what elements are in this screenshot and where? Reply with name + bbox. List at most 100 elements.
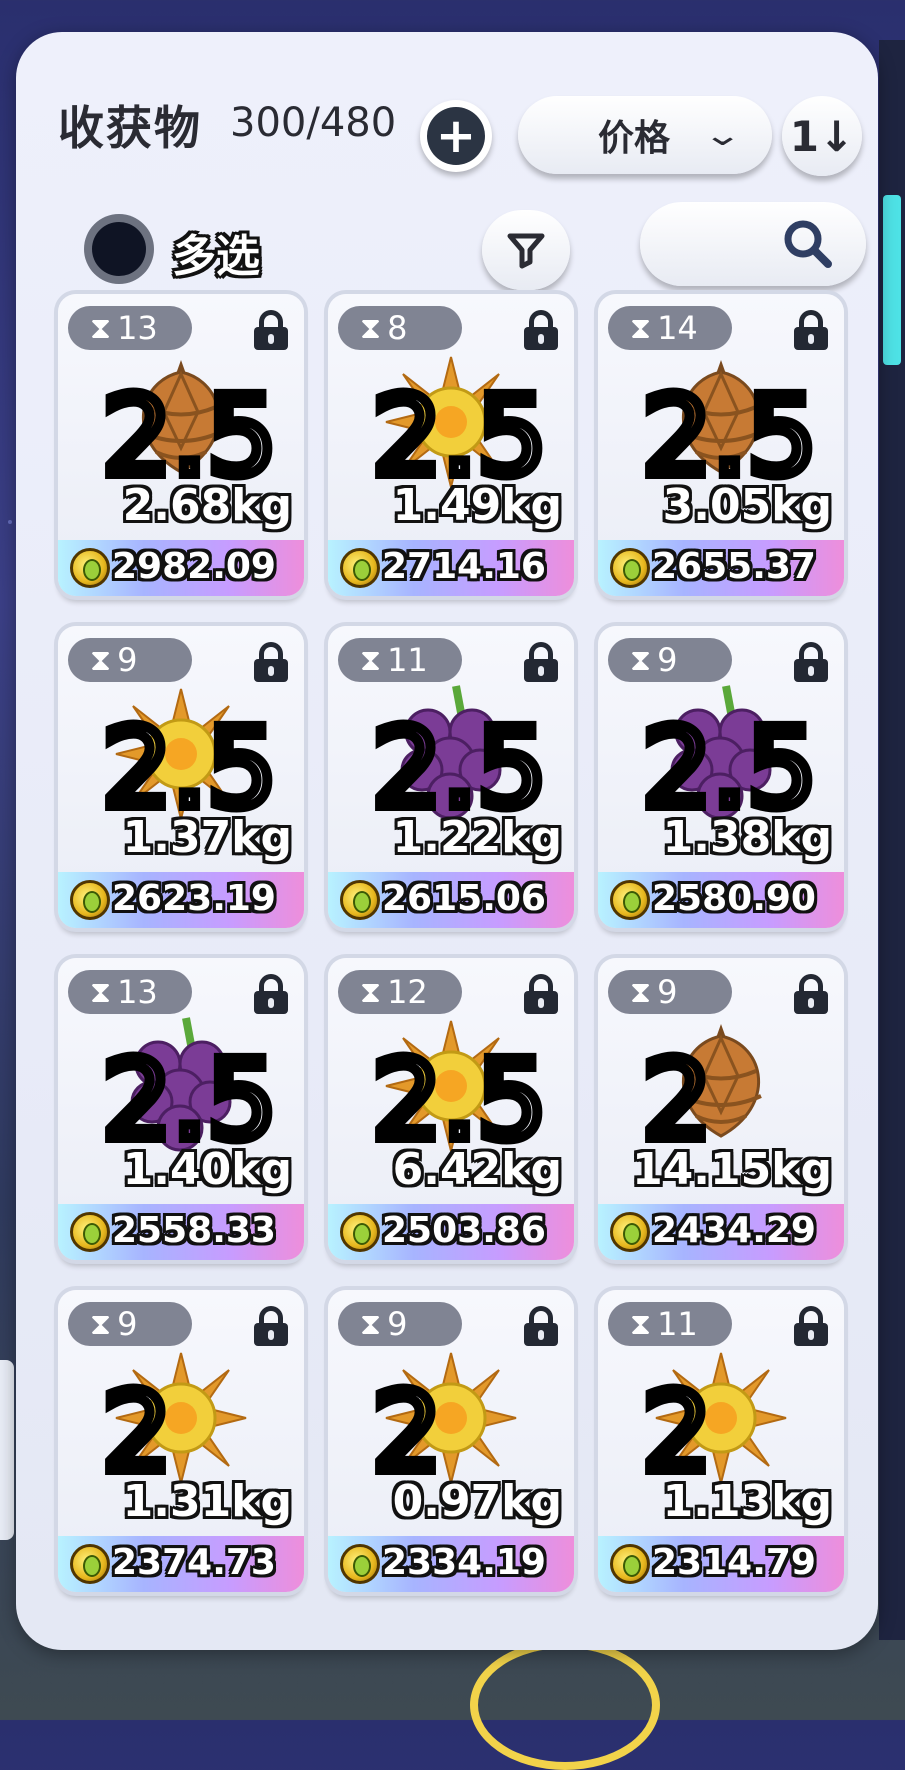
lock-icon[interactable]	[252, 1306, 290, 1346]
item-weight: 1.40kg	[122, 1144, 292, 1195]
sunflower-image	[381, 1348, 521, 1492]
price-bar: 2434.29万	[598, 1204, 844, 1260]
item-price: 2434.29万	[652, 1210, 816, 1251]
filter-button[interactable]	[482, 210, 570, 290]
item-price: 2558.33万	[112, 1210, 276, 1251]
item-price: 2580.90万	[652, 878, 816, 919]
item-price: 2334.19万	[382, 1542, 546, 1583]
timer-badge: ⧗ 13	[68, 306, 192, 350]
hourglass-icon: ⧗	[360, 310, 382, 346]
harvest-card[interactable]: ⧗921.31kg2374.73万	[58, 1290, 304, 1592]
item-weight: 3.05kg	[662, 480, 832, 531]
sunflower-image	[111, 1348, 251, 1492]
timer-badge: ⧗ 9	[608, 638, 732, 682]
timer-value: 13	[117, 309, 158, 347]
timer-badge: ⧗ 13	[68, 970, 192, 1014]
hourglass-icon: ⧗	[90, 1306, 112, 1342]
price-bar: 2623.19万	[58, 872, 304, 928]
gold-coin-icon	[70, 880, 110, 920]
lock-icon[interactable]	[792, 1306, 830, 1346]
chevron-down-icon: ⌄	[702, 117, 743, 153]
harvest-card[interactable]: ⧗92.51.38kg2580.90万	[598, 626, 844, 928]
sort-order-button[interactable]: 1↓	[782, 96, 862, 176]
lock-icon[interactable]	[252, 310, 290, 350]
item-weight: 1.31kg	[122, 1476, 292, 1527]
lock-icon[interactable]	[252, 642, 290, 682]
timer-badge: ⧗ 9	[68, 1302, 192, 1346]
timer-badge: ⧗ 9	[68, 638, 192, 682]
harvest-card[interactable]: ⧗122.56.42kg2503.86万	[328, 958, 574, 1260]
sort-selected-label: 价格	[598, 118, 671, 159]
pinecone-image	[116, 352, 246, 486]
lock-icon[interactable]	[792, 642, 830, 682]
gold-coin-icon	[340, 548, 380, 588]
harvest-card[interactable]: ⧗92.51.37kg2623.19万	[58, 626, 304, 928]
capacity-count: 300/480	[230, 100, 397, 146]
item-price: 2374.73万	[112, 1542, 276, 1583]
grape-image	[386, 684, 516, 828]
gold-coin-icon	[610, 548, 650, 588]
timer-badge: ⧗ 12	[338, 970, 462, 1014]
sort-dropdown[interactable]: 价格 ⌄	[518, 96, 772, 174]
pinecone-image	[656, 352, 786, 486]
item-price: 2503.86万	[382, 1210, 546, 1251]
price-bar: 2314.79万	[598, 1536, 844, 1592]
harvest-card[interactable]: ⧗1121.13kg2314.79万	[598, 1290, 844, 1592]
sunflower-image	[381, 352, 521, 496]
price-bar: 2982.09万	[58, 540, 304, 596]
sunflower-image	[111, 684, 251, 828]
item-price: 2314.79万	[652, 1542, 816, 1583]
item-price: 2982.09万	[112, 546, 276, 587]
hourglass-icon: ⧗	[630, 1306, 652, 1342]
timer-value: 8	[387, 309, 408, 347]
item-price: 2655.37万	[652, 546, 816, 587]
search-icon	[784, 220, 832, 268]
page-title: 收获物	[58, 101, 202, 155]
lock-icon[interactable]	[522, 974, 560, 1014]
sort-desc-icon: 1↓	[789, 111, 855, 161]
multi-select-label[interactable]: 多选	[172, 220, 260, 284]
timer-badge: ⧗ 14	[608, 306, 732, 350]
gold-coin-icon	[70, 548, 110, 588]
price-bar: 2655.37万	[598, 540, 844, 596]
multi-select-toggle[interactable]	[84, 214, 154, 284]
lock-icon[interactable]	[792, 974, 830, 1014]
filter-funnel-icon	[507, 233, 545, 269]
harvest-card[interactable]: ⧗142.53.05kg2655.37万	[598, 294, 844, 596]
harvest-card[interactable]: ⧗920.97kg2334.19万	[328, 1290, 574, 1592]
search-input[interactable]	[640, 202, 866, 286]
scrollbar-thumb[interactable]	[883, 195, 901, 365]
lock-icon[interactable]	[522, 310, 560, 350]
radio-dot	[92, 222, 146, 276]
background-spark	[8, 520, 12, 524]
harvest-card[interactable]: ⧗132.51.40kg2558.33万	[58, 958, 304, 1260]
left-edge-tab[interactable]	[0, 1360, 14, 1540]
harvest-card[interactable]: ⧗132.52.68kg2982.09万	[58, 294, 304, 596]
item-weight: 1.13kg	[662, 1476, 832, 1527]
timer-value: 9	[387, 1305, 408, 1343]
lock-icon[interactable]	[522, 642, 560, 682]
lock-icon[interactable]	[522, 1306, 560, 1346]
item-weight: 1.22kg	[392, 812, 562, 863]
item-weight: 2.68kg	[122, 480, 292, 531]
hourglass-icon: ⧗	[90, 974, 112, 1010]
timer-value: 9	[657, 641, 678, 679]
gold-coin-icon	[610, 1212, 650, 1252]
timer-badge: ⧗ 11	[608, 1302, 732, 1346]
item-weight: 1.49kg	[392, 480, 562, 531]
gold-coin-icon	[340, 1544, 380, 1584]
item-weight: 1.38kg	[662, 812, 832, 863]
sunflower-image	[651, 1348, 791, 1492]
bottom-ring-button[interactable]	[470, 1640, 660, 1770]
gold-coin-icon	[340, 880, 380, 920]
price-bar: 2615.06万	[328, 872, 574, 928]
lock-icon[interactable]	[252, 974, 290, 1014]
harvest-card[interactable]: ⧗82.51.49kg2714.16万	[328, 294, 574, 596]
hourglass-icon: ⧗	[360, 642, 382, 678]
harvest-card[interactable]: ⧗9214.15kg2434.29万	[598, 958, 844, 1260]
hourglass-icon: ⧗	[360, 974, 382, 1010]
lock-icon[interactable]	[792, 310, 830, 350]
gold-coin-icon	[340, 1212, 380, 1252]
harvest-card[interactable]: ⧗112.51.22kg2615.06万	[328, 626, 574, 928]
expand-capacity-button[interactable]: +	[420, 100, 492, 172]
